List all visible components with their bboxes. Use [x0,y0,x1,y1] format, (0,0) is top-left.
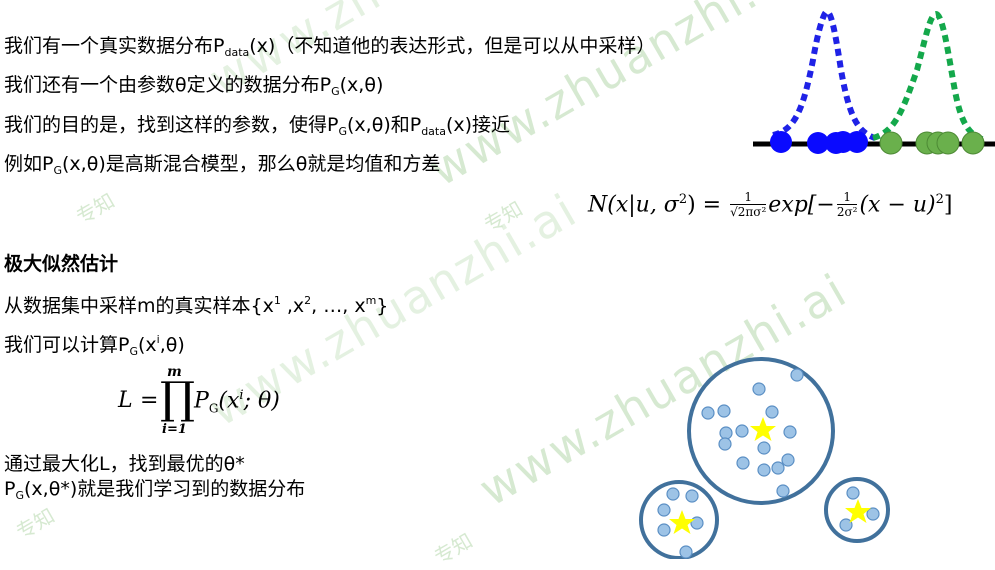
cluster-center-star [750,417,776,441]
gaussian-formula: N(x|u, σ2) = 1 √2πσ² exp[− 1 2σ² (x − u)2] [588,190,953,220]
watermark-text: 专知 [430,528,477,570]
distribution-diagram [753,8,995,155]
text-line-sampling: 从数据集中采样m的真实样本{x1 ,x2, …, xm} [4,294,389,317]
text-line-real-distribution: 我们有一个真实数据分布Pdata(x)（不知道他的表达形式，但是可以从中采样） [4,35,656,59]
green-data-points [879,131,985,155]
fraction-exponent: 1 2σ² [836,190,858,219]
section-heading: 极大似然估计 [4,253,119,275]
text-line-example: 例如PG(x,θ)是高斯混合模型，那么θ就是均值和方差 [4,153,441,177]
product-symbol: ∏ [160,373,196,424]
blue-distribution-curve [772,8,877,141]
text-line-model-distribution: 我们还有一个由参数θ定义的数据分布PG(x,θ) [4,74,384,98]
text-line-compute: 我们可以计算PG(xi,θ) [4,333,185,358]
cluster-data-points [657,368,880,559]
text-line-learned: PG(x,θ*)就是我们学习到的数据分布 [4,478,306,502]
watermark-text: 专知 [72,188,119,230]
fraction-normalizer: 1 √2πσ² [730,190,767,219]
cluster-diagram [639,357,890,559]
watermark-text: 专知 [12,503,59,545]
green-distribution-curve [872,10,986,143]
cluster-center-star [669,510,695,534]
text-line-goal: 我们的目的是，找到这样的参数，使得PG(x,θ)和Pdata(x)接近 [4,114,511,138]
text-line-maximize: 通过最大化L，找到最优的θ* [4,453,245,475]
blue-data-points [770,131,868,154]
